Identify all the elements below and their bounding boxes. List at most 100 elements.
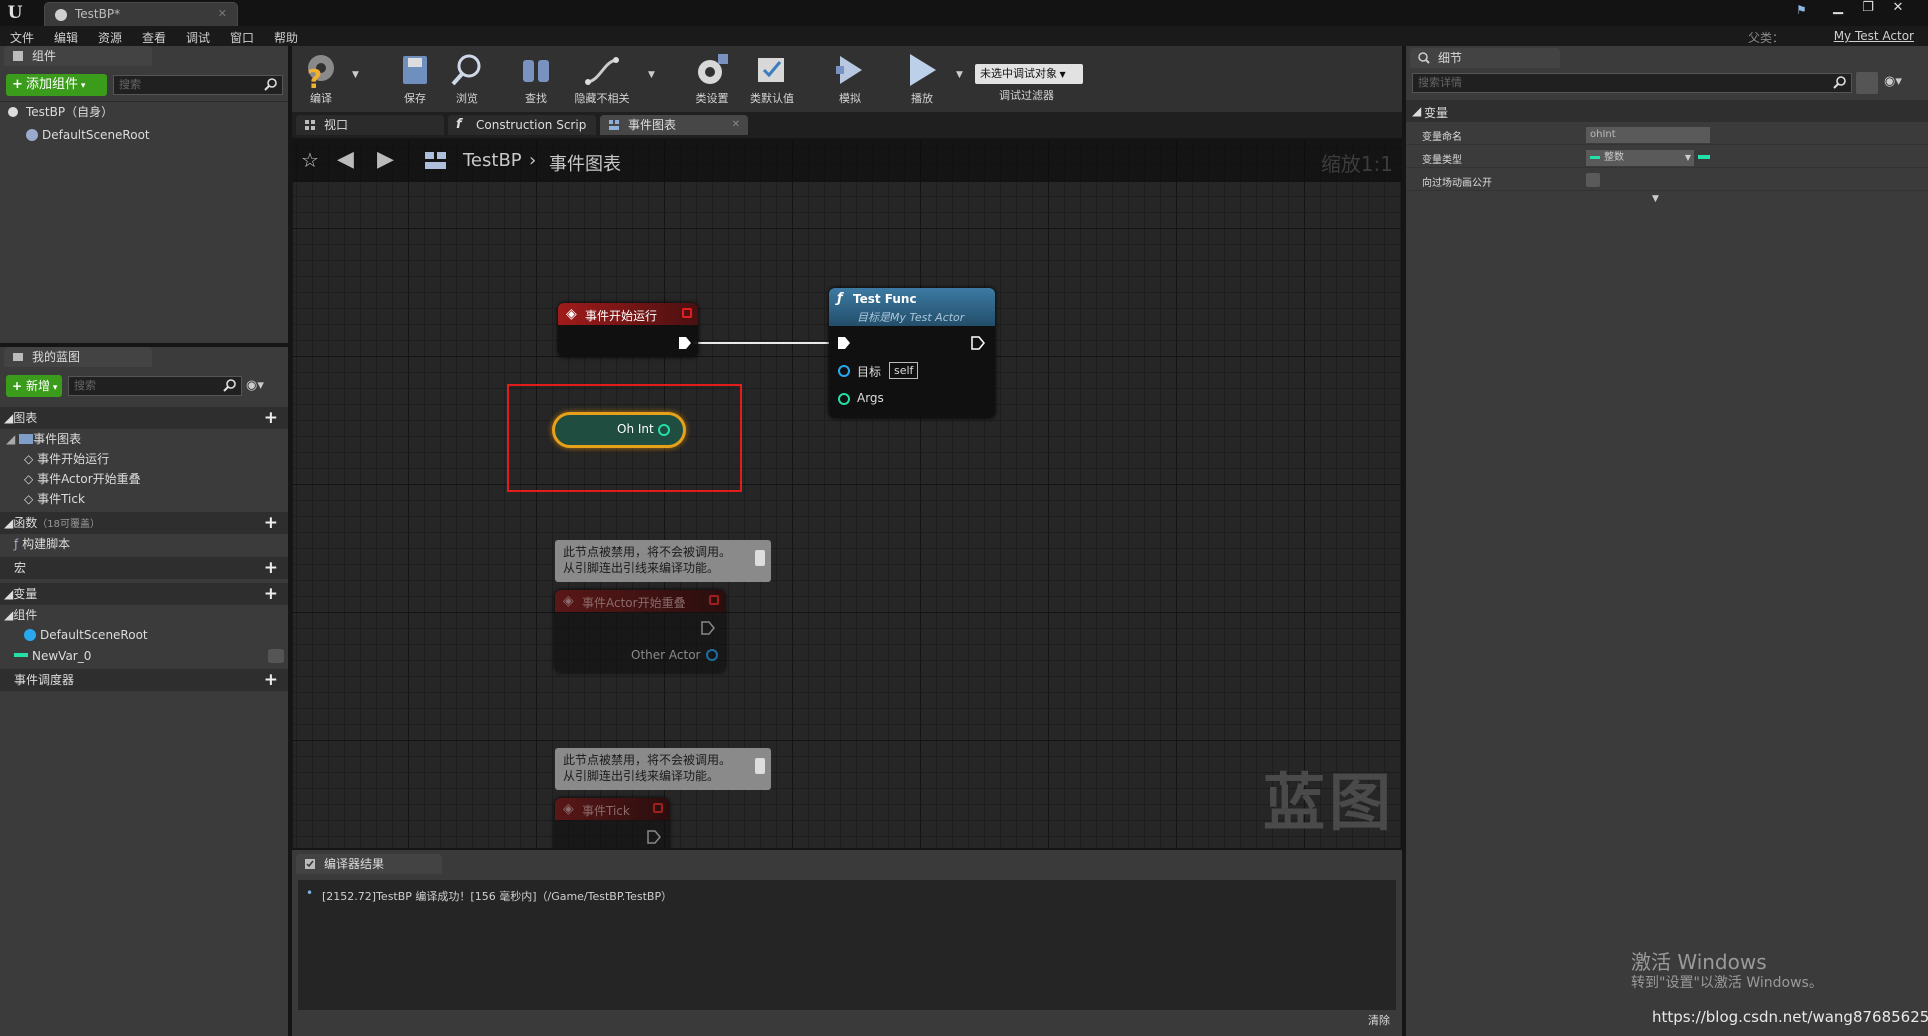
play-button[interactable]: 播放 <box>902 48 942 110</box>
add-dispatcher-icon[interactable]: + <box>264 669 278 691</box>
minimize-button[interactable]: ▁ <box>1823 0 1853 16</box>
find-button[interactable]: 查找 <box>516 48 556 110</box>
view-options-eye-icon[interactable]: ◉▾ <box>246 378 280 394</box>
variable-item[interactable]: NewVar_0 <box>14 647 284 665</box>
expose-to-cinematics-checkbox[interactable] <box>1586 173 1600 187</box>
unreal-logo-icon[interactable]: U <box>4 2 26 24</box>
close-window-button[interactable]: ✕ <box>1883 0 1913 16</box>
restore-button[interactable]: ❐ <box>1853 0 1883 16</box>
component-default-scene-root[interactable]: DefaultSceneRoot <box>26 126 150 144</box>
delegate-pin-icon[interactable] <box>653 803 663 813</box>
macros-section-header[interactable]: 宏 + <box>0 557 288 579</box>
begin-play-node[interactable]: ◈ 事件开始运行 <box>558 303 698 357</box>
advanced-expand-icon[interactable]: ▼ <box>1652 194 1659 204</box>
dispatchers-section-header[interactable]: 事件调度器 + <box>0 669 288 691</box>
components-search-input[interactable]: 搜索 <box>113 75 283 95</box>
add-graph-icon[interactable]: + <box>264 407 278 429</box>
exec-out-pin[interactable] <box>701 621 715 635</box>
delegate-pin-icon[interactable] <box>682 308 692 318</box>
close-tab-icon[interactable]: ✕ <box>732 115 740 135</box>
simulate-button[interactable]: 模拟 <box>830 48 870 110</box>
magnifier-icon <box>1418 52 1430 64</box>
construction-script-item[interactable]: ƒ 构建脚本 <box>14 535 70 553</box>
class-settings-gear-icon <box>698 54 728 84</box>
event-item[interactable]: ◇ 事件Tick <box>24 490 85 508</box>
breadcrumb-root[interactable]: TestBP <box>463 150 522 171</box>
class-settings-button[interactable]: 类设置 <box>690 48 734 110</box>
exec-out-pin[interactable] <box>678 336 692 350</box>
container-type-icon[interactable] <box>1698 155 1710 159</box>
browse-button[interactable]: 浏览 <box>447 48 487 110</box>
play-label: 播放 <box>911 92 933 105</box>
menu-debug[interactable]: 调试 <box>186 29 210 46</box>
target-object-pin[interactable] <box>837 364 851 378</box>
comment-pin-icon[interactable] <box>755 758 765 774</box>
my-blueprint-tab[interactable]: 我的蓝图 <box>4 347 152 367</box>
forward-arrow-icon[interactable]: ▶ <box>377 147 394 172</box>
menu-view[interactable]: 查看 <box>142 29 166 46</box>
components-tab[interactable]: 组件 <box>4 46 152 66</box>
event-graph-icon <box>609 120 619 130</box>
target-self-value[interactable]: self <box>889 362 919 379</box>
exec-out-pin[interactable] <box>971 336 985 350</box>
add-variable-icon[interactable]: + <box>264 583 278 605</box>
property-matrix-icon[interactable] <box>1856 72 1878 94</box>
favorite-star-icon[interactable]: ☆ <box>301 148 319 172</box>
other-actor-object-pin[interactable] <box>705 648 719 662</box>
clear-button[interactable]: 清除 <box>1368 1012 1390 1028</box>
compiler-results-tab[interactable]: 编译器结果 <box>296 854 442 874</box>
delegate-pin-icon[interactable] <box>709 595 719 605</box>
add-component-button[interactable]: 添加组件 ▾ <box>6 74 107 96</box>
save-button[interactable]: 保存 <box>395 48 435 110</box>
event-graph-canvas[interactable]: ◈ 事件开始运行 ƒ Test Func 目标是My Test Actor 目标… <box>293 140 1401 848</box>
view-options-eye-icon[interactable]: ◉▾ <box>1884 74 1902 89</box>
compile-button[interactable]: ? 编译 <box>296 48 346 110</box>
new-button[interactable]: 新增 ▾ <box>6 375 62 397</box>
event-tick-node[interactable]: ◈ 事件Tick <box>555 798 669 848</box>
tab-viewport[interactable]: 视口 <box>296 115 444 135</box>
compile-options-chevron-icon[interactable]: ▼ <box>352 70 359 80</box>
my-blueprint-search-input[interactable]: 搜索 <box>68 376 242 396</box>
tab-event-graph[interactable]: 事件图表 ✕ <box>600 115 748 135</box>
functions-section-header[interactable]: ◢函数（18可覆盖） + <box>0 512 288 534</box>
exec-in-pin[interactable] <box>837 336 851 350</box>
menu-help[interactable]: 帮助 <box>274 29 298 46</box>
details-tab[interactable]: 细节 <box>1410 48 1560 68</box>
exec-out-pin[interactable] <box>647 830 661 844</box>
component-root-item[interactable]: TestBP（自身） <box>8 103 113 121</box>
variable-type-select[interactable]: 整数 ▼ <box>1586 150 1694 166</box>
add-macro-icon[interactable]: + <box>264 557 278 579</box>
args-int-pin[interactable] <box>837 392 851 406</box>
event-graph-item[interactable]: ◢ 事件图表 <box>6 430 81 448</box>
play-options-chevron-icon[interactable]: ▼ <box>956 70 963 80</box>
components-category[interactable]: ◢组件 <box>4 606 37 624</box>
test-func-node[interactable]: ƒ Test Func 目标是My Test Actor 目标 self Arg… <box>829 288 995 418</box>
tab-construction-script[interactable]: f Construction Scrip <box>448 115 596 135</box>
close-tab-icon[interactable]: ✕ <box>218 7 227 20</box>
event-item[interactable]: ◇ 事件Actor开始重叠 <box>24 470 141 488</box>
comment-pin-icon[interactable] <box>755 550 765 566</box>
feedback-icon[interactable]: ⚑ <box>1796 3 1812 17</box>
details-search-input[interactable]: 搜索详情 <box>1412 73 1852 93</box>
parent-class-link[interactable]: My Test Actor <box>1834 29 1914 43</box>
back-arrow-icon[interactable]: ◀ <box>337 147 354 172</box>
menu-window[interactable]: 窗口 <box>230 29 254 46</box>
menu-file[interactable]: 文件 <box>10 29 34 46</box>
activate-windows-title: 激活 Windows <box>1631 950 1767 974</box>
variable-name-input[interactable]: ohInt <box>1586 127 1710 143</box>
visibility-eye-icon[interactable] <box>268 649 284 663</box>
hide-unrelated-button[interactable]: 隐藏不相关 <box>570 48 634 110</box>
variable-component-item[interactable]: DefaultSceneRoot <box>24 626 148 644</box>
actor-begin-overlap-node[interactable]: ◈ 事件Actor开始重叠 Other Actor <box>555 590 725 672</box>
menu-asset[interactable]: 资源 <box>98 29 122 46</box>
event-item[interactable]: ◇ 事件开始运行 <box>24 450 109 468</box>
add-function-icon[interactable]: + <box>264 512 278 534</box>
variables-section-header[interactable]: ◢变量 + <box>0 583 288 605</box>
debug-object-select[interactable]: 未选中调试对象 ▼ <box>975 64 1083 84</box>
class-defaults-button[interactable]: 类默认值 <box>746 48 798 110</box>
hide-options-chevron-icon[interactable]: ▼ <box>648 70 655 80</box>
graphs-section-header[interactable]: ◢图表 + <box>0 407 288 429</box>
menu-edit[interactable]: 编辑 <box>54 29 78 46</box>
document-tab[interactable]: TestBP* ✕ <box>44 2 238 26</box>
variable-category-header[interactable]: ◢ 变量 <box>1406 100 1928 122</box>
